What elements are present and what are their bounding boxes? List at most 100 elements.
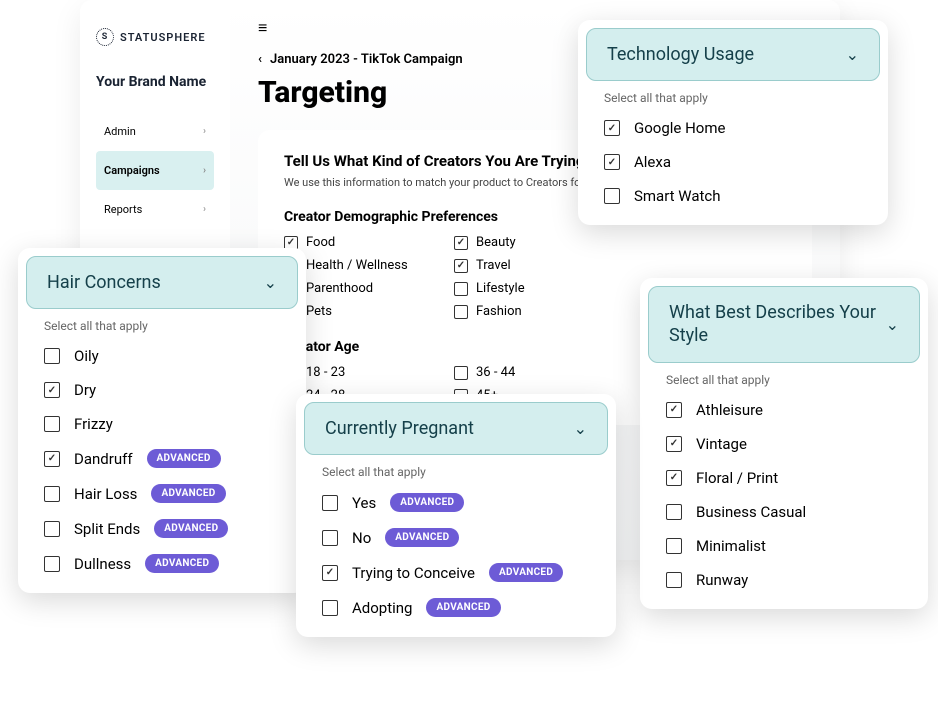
- option-label: Health / Wellness: [306, 258, 408, 273]
- chevron-down-icon[interactable]: ⌄: [846, 45, 859, 64]
- option-runway[interactable]: Runway: [666, 571, 902, 589]
- option-beauty[interactable]: Beauty: [454, 235, 624, 250]
- option-age-36-44[interactable]: 36 - 44: [454, 365, 624, 380]
- option-label: Fashion: [476, 304, 522, 319]
- option-adopting[interactable]: AdoptingADVANCED: [322, 598, 590, 617]
- checkbox-icon[interactable]: [666, 572, 682, 588]
- checkbox-icon[interactable]: [604, 154, 620, 170]
- option-floral-print[interactable]: Floral / Print: [666, 469, 902, 487]
- sidebar-item-admin[interactable]: Admin ›: [96, 112, 214, 151]
- option-parenthood[interactable]: Parenthood: [284, 281, 454, 296]
- option-business-casual[interactable]: Business Casual: [666, 503, 902, 521]
- option-lifestyle[interactable]: Lifestyle: [454, 281, 624, 296]
- advanced-badge: ADVANCED: [145, 554, 219, 573]
- chevron-right-icon: ›: [203, 204, 206, 215]
- option-no[interactable]: NoADVANCED: [322, 528, 590, 547]
- option-label: Vintage: [696, 435, 747, 453]
- advanced-badge: ADVANCED: [426, 598, 500, 617]
- option-label: Lifestyle: [476, 281, 525, 296]
- checkbox-icon[interactable]: [322, 565, 338, 581]
- checkbox-icon[interactable]: [322, 495, 338, 511]
- checkbox-icon[interactable]: [322, 600, 338, 616]
- sidebar-item-label: Reports: [104, 203, 142, 216]
- brand-text: STATUSPHERE: [120, 31, 206, 44]
- chevron-down-icon[interactable]: ⌄: [574, 419, 587, 438]
- checkbox-icon[interactable]: [666, 470, 682, 486]
- checkbox-icon[interactable]: [666, 538, 682, 554]
- option-yes[interactable]: YesADVANCED: [322, 493, 590, 512]
- option-travel[interactable]: Travel: [454, 258, 624, 273]
- card-title: Currently Pregnant: [325, 417, 474, 440]
- option-google-home[interactable]: Google Home: [604, 119, 862, 137]
- option-label: Dullness: [74, 555, 131, 573]
- option-label: Pets: [306, 304, 332, 319]
- checkbox-icon[interactable]: [604, 188, 620, 204]
- checkbox-icon[interactable]: [44, 348, 60, 364]
- option-fashion[interactable]: Fashion: [454, 304, 624, 319]
- card-currently-pregnant: Currently Pregnant ⌄ Select all that app…: [296, 394, 616, 637]
- option-split-ends[interactable]: Split EndsADVANCED: [44, 519, 280, 538]
- option-athleisure[interactable]: Athleisure: [666, 401, 902, 419]
- checkbox-icon[interactable]: [44, 416, 60, 432]
- back-icon[interactable]: ‹: [258, 52, 262, 67]
- checkbox-icon[interactable]: [604, 120, 620, 136]
- option-label: Smart Watch: [634, 187, 721, 205]
- option-label: 36 - 44: [476, 365, 515, 380]
- checkbox-icon[interactable]: [666, 504, 682, 520]
- sidebar-item-label: Admin: [104, 125, 136, 138]
- option-smart-watch[interactable]: Smart Watch: [604, 187, 862, 205]
- option-label: Oily: [74, 347, 99, 365]
- option-label: Dry: [74, 381, 96, 399]
- checkbox-icon[interactable]: [454, 282, 468, 296]
- chevron-right-icon: ›: [203, 165, 206, 176]
- option-label: Yes: [352, 494, 376, 512]
- chevron-down-icon[interactable]: ⌄: [886, 315, 899, 334]
- checkbox-icon[interactable]: [44, 486, 60, 502]
- checkbox-icon[interactable]: [44, 382, 60, 398]
- card-header[interactable]: Currently Pregnant ⌄: [304, 402, 608, 455]
- card-title: Technology Usage: [607, 43, 754, 66]
- sidebar-item-campaigns[interactable]: Campaigns ›: [96, 151, 214, 190]
- option-alexa[interactable]: Alexa: [604, 153, 862, 171]
- checkbox-icon[interactable]: [454, 305, 468, 319]
- option-health[interactable]: Health / Wellness: [284, 258, 454, 273]
- checkbox-icon[interactable]: [666, 402, 682, 418]
- chevron-down-icon[interactable]: ⌄: [264, 273, 277, 292]
- checkbox-icon[interactable]: [322, 530, 338, 546]
- option-dullness[interactable]: Dullness ADVANCED: [44, 554, 280, 573]
- option-age-18-23[interactable]: 18 - 23: [284, 365, 454, 380]
- option-frizzy[interactable]: Frizzy: [44, 415, 280, 433]
- option-dandruff[interactable]: DandruffADVANCED: [44, 449, 280, 468]
- brand-name: Your Brand Name: [96, 74, 214, 90]
- option-label: Split Ends: [74, 520, 140, 538]
- checkbox-icon[interactable]: [44, 451, 60, 467]
- option-label: Food: [306, 235, 335, 250]
- checkbox-icon[interactable]: [44, 556, 60, 572]
- sidebar-item-reports[interactable]: Reports ›: [96, 190, 214, 229]
- option-food[interactable]: Food: [284, 235, 454, 250]
- breadcrumb-label: January 2023 - TikTok Campaign: [270, 52, 463, 67]
- option-label: Alexa: [634, 153, 671, 171]
- option-vintage[interactable]: Vintage: [666, 435, 902, 453]
- checkbox-icon[interactable]: [454, 259, 468, 273]
- card-header[interactable]: Technology Usage ⌄: [586, 28, 880, 81]
- option-dry[interactable]: Dry: [44, 381, 280, 399]
- card-header[interactable]: What Best Describes Your Style ⌄: [648, 286, 920, 363]
- option-minimalist[interactable]: Minimalist: [666, 537, 902, 555]
- option-label: Hair Loss: [74, 485, 137, 503]
- option-trying-conceive[interactable]: Trying to ConceiveADVANCED: [322, 563, 590, 582]
- option-label: Minimalist: [696, 537, 766, 555]
- checkbox-icon[interactable]: [44, 521, 60, 537]
- checkbox-icon[interactable]: [666, 436, 682, 452]
- option-label: Beauty: [476, 235, 516, 250]
- option-pets[interactable]: Pets: [284, 304, 454, 319]
- option-oily[interactable]: Oily: [44, 347, 280, 365]
- option-hair-loss[interactable]: Hair LossADVANCED: [44, 484, 280, 503]
- option-label: Parenthood: [306, 281, 373, 296]
- checkbox-icon[interactable]: [454, 236, 468, 250]
- select-all-label: Select all that apply: [666, 373, 902, 387]
- card-technology-usage: Technology Usage ⌄ Select all that apply…: [578, 20, 888, 225]
- checkbox-icon[interactable]: [454, 366, 468, 380]
- card-header[interactable]: Hair Concerns ⌄: [26, 256, 298, 309]
- select-all-label: Select all that apply: [322, 465, 590, 479]
